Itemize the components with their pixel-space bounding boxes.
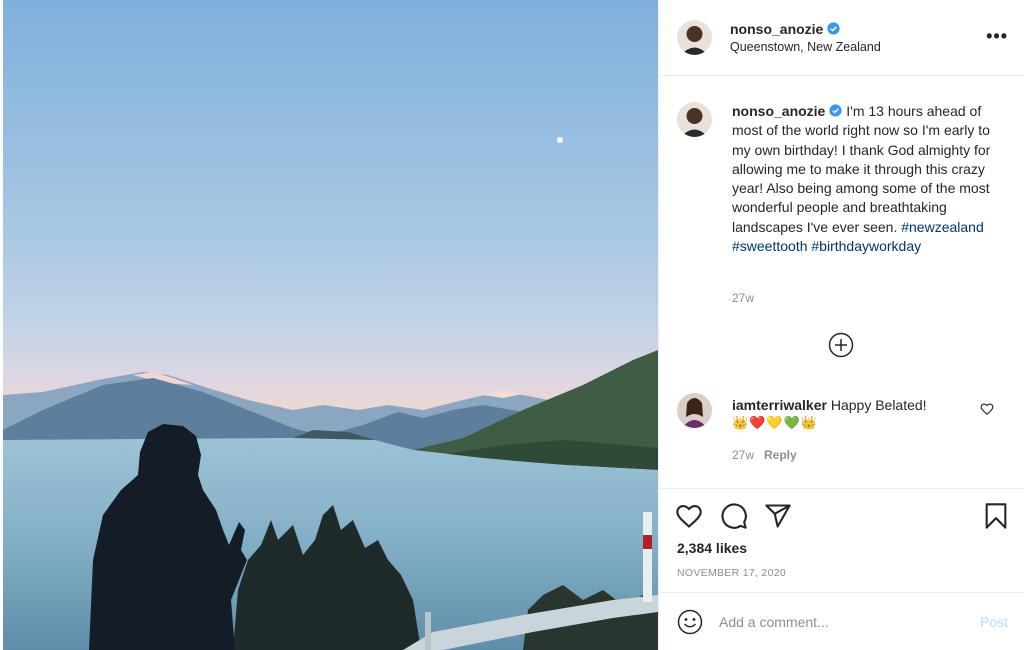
hashtag-link[interactable]: #newzealand [901, 219, 984, 235]
comment-meta: 27w Reply [732, 448, 797, 462]
bookmark-icon[interactable] [982, 502, 1010, 530]
post-date[interactable]: NOVEMBER 17, 2020 [677, 567, 786, 579]
hashtag-link[interactable]: #birthdayworkday [811, 238, 921, 254]
comment-item: iamterriwalker Happy Belated! [732, 396, 972, 415]
heart-icon[interactable] [980, 402, 994, 416]
comment-bubble-icon[interactable] [720, 502, 748, 530]
hashtag-link[interactable]: #sweettooth [732, 238, 808, 254]
post-comment-button[interactable]: Post [980, 614, 1008, 630]
comment-emojis: 👑❤️💛💚👑 [732, 415, 818, 430]
smiley-icon[interactable] [677, 609, 703, 635]
caption-timestamp[interactable]: 27w [732, 291, 754, 305]
commenter-avatar[interactable] [677, 393, 712, 428]
post-photo [3, 0, 658, 650]
post-sidebar: nonso_anozie Queenstown, New Zealand •••… [658, 0, 1024, 650]
reply-button[interactable]: Reply [764, 448, 797, 462]
plus-circle-icon[interactable] [828, 332, 854, 358]
author-username[interactable]: nonso_anozie [730, 21, 840, 37]
author-avatar[interactable] [677, 20, 712, 55]
caption-author-avatar[interactable] [677, 102, 712, 137]
post-location[interactable]: Queenstown, New Zealand [730, 40, 881, 54]
comment-text: Happy Belated! [830, 397, 927, 413]
post-header: nonso_anozie Queenstown, New Zealand ••• [659, 0, 1024, 76]
heart-icon[interactable] [675, 502, 703, 530]
caption-text: I'm 13 hours ahead of most of the world … [732, 103, 991, 235]
commenter-username[interactable]: iamterriwalker [732, 397, 827, 413]
verified-badge-icon [829, 104, 842, 117]
verified-badge-icon [827, 22, 840, 35]
action-bar: 2,384 likes NOVEMBER 17, 2020 [659, 488, 1024, 592]
likes-count[interactable]: 2,384 likes [677, 540, 747, 556]
post-caption: nonso_anozie I'm 13 hours ahead of most … [732, 102, 997, 256]
paper-plane-icon[interactable] [764, 502, 792, 530]
comment-timestamp[interactable]: 27w [732, 448, 754, 462]
add-comment-bar: Post [659, 592, 1024, 650]
comment-input[interactable] [719, 608, 959, 636]
author-username-text[interactable]: nonso_anozie [730, 21, 823, 37]
caption-username[interactable]: nonso_anozie [732, 103, 825, 119]
more-options-icon[interactable]: ••• [986, 26, 1008, 47]
